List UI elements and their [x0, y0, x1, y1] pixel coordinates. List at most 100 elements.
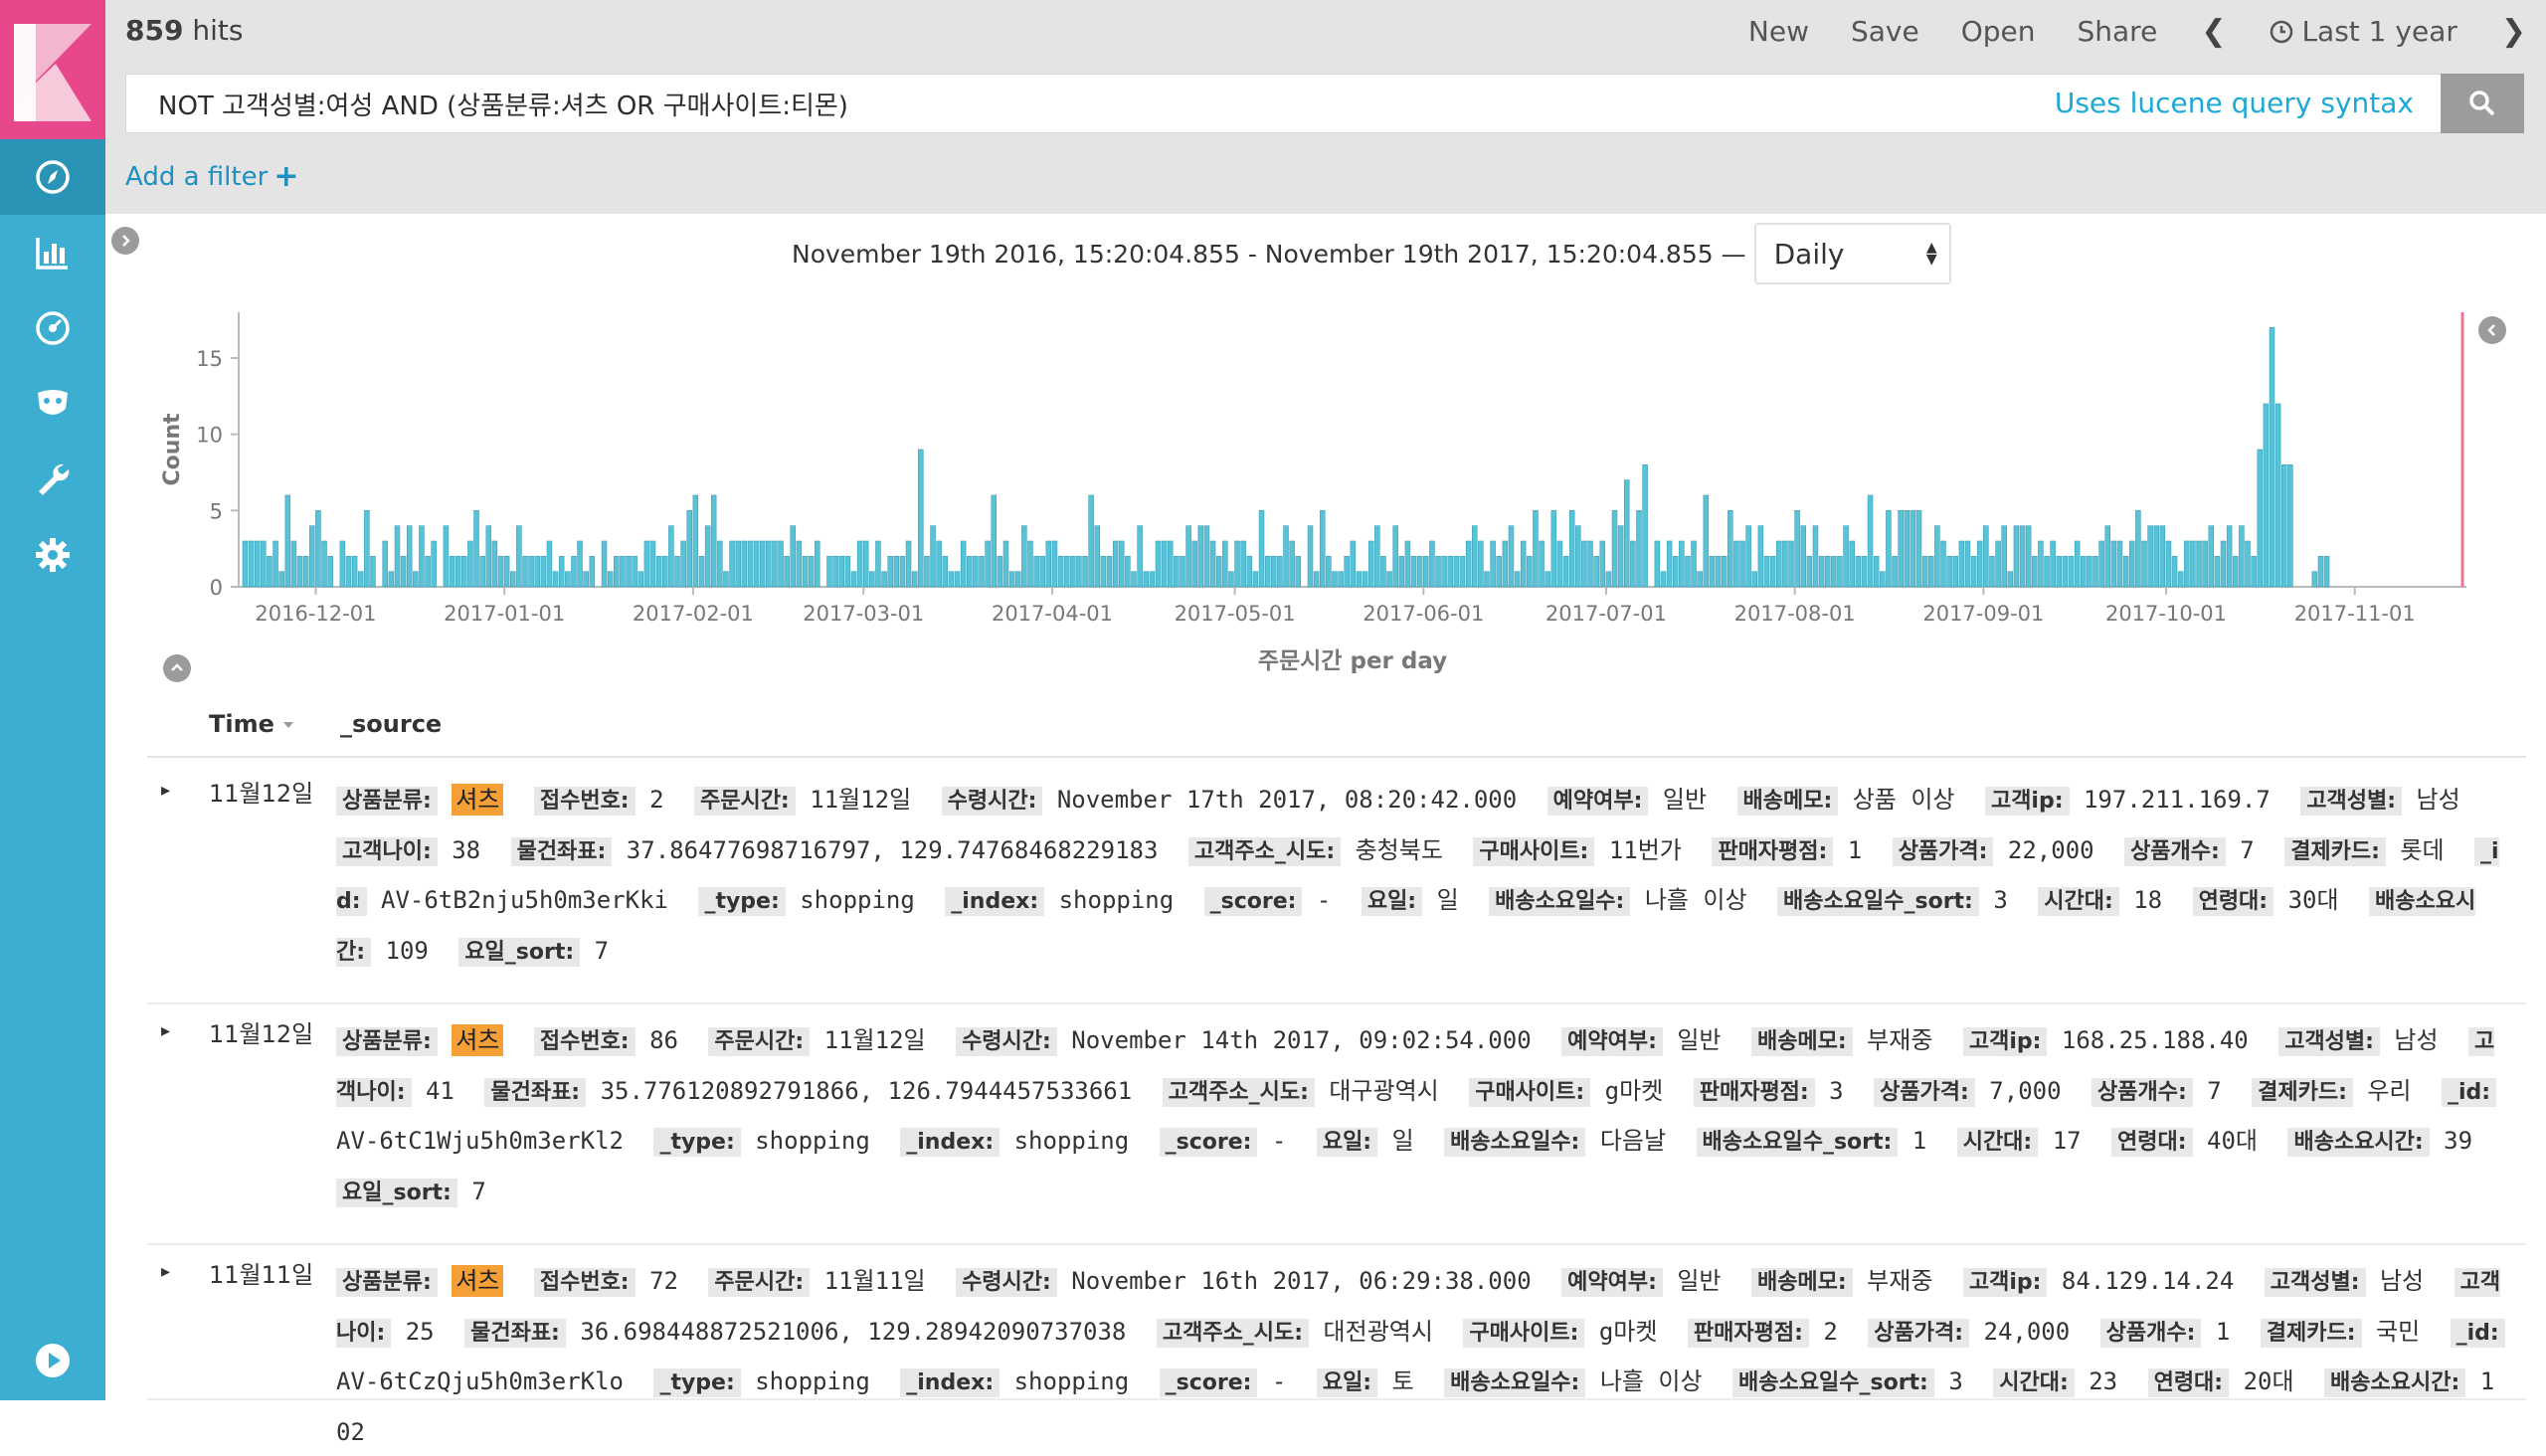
histogram-bar[interactable] — [497, 556, 504, 588]
histogram-bar[interactable] — [1691, 540, 1697, 588]
histogram-bar[interactable] — [2025, 525, 2032, 588]
histogram-bar[interactable] — [1326, 556, 1332, 588]
histogram-bar[interactable] — [942, 556, 949, 588]
histogram-bar[interactable] — [1733, 540, 1739, 588]
histogram-bar[interactable] — [509, 571, 516, 588]
histogram-bar[interactable] — [1246, 556, 1253, 588]
histogram-bar[interactable] — [357, 571, 364, 588]
histogram-bar[interactable] — [351, 556, 358, 588]
histogram-bar[interactable] — [473, 510, 479, 588]
histogram-bar[interactable] — [1271, 556, 1277, 588]
histogram-bar[interactable] — [1002, 540, 1009, 588]
histogram-bar[interactable] — [753, 540, 760, 588]
histogram-bar[interactable] — [2098, 540, 2104, 588]
histogram-bar[interactable] — [729, 540, 735, 588]
histogram-bar[interactable] — [979, 556, 985, 588]
histogram-bar[interactable] — [1240, 540, 1246, 588]
histogram-bar[interactable] — [680, 540, 686, 588]
time-picker-button[interactable]: Last 1 year — [2270, 15, 2457, 48]
histogram-bar[interactable] — [814, 540, 820, 588]
histogram-bar[interactable] — [2323, 556, 2330, 588]
histogram-bar[interactable] — [2196, 540, 2202, 588]
histogram-bar[interactable] — [2044, 556, 2050, 588]
histogram-bar[interactable] — [1014, 571, 1021, 588]
histogram-bar[interactable] — [2202, 540, 2208, 588]
histogram-bar[interactable] — [528, 556, 534, 588]
histogram-bar[interactable] — [856, 540, 863, 588]
histogram-bar[interactable] — [985, 540, 991, 588]
histogram-bar[interactable] — [1338, 571, 1344, 588]
expand-row-caret-icon[interactable]: ▸ — [161, 1020, 170, 1041]
histogram-bar[interactable] — [796, 540, 803, 588]
histogram-bar[interactable] — [1380, 556, 1386, 588]
histogram-bar[interactable] — [1228, 571, 1234, 588]
histogram-bar[interactable] — [1490, 540, 1496, 588]
histogram-bar[interactable] — [1386, 571, 1392, 588]
histogram-bar[interactable] — [1679, 540, 1685, 588]
histogram-bar[interactable] — [1983, 525, 1989, 588]
histogram-bar[interactable] — [1283, 525, 1289, 588]
histogram-bar[interactable] — [1185, 525, 1191, 588]
histogram-bar[interactable] — [2062, 556, 2069, 588]
histogram-bar[interactable] — [1319, 510, 1326, 588]
histogram-bar[interactable] — [2251, 556, 2257, 588]
save-button[interactable]: Save — [1851, 15, 1919, 48]
histogram-bar[interactable] — [1119, 540, 1125, 588]
histogram-bar[interactable] — [309, 525, 315, 588]
histogram-bar[interactable] — [552, 571, 559, 588]
histogram-bar[interactable] — [1611, 510, 1618, 588]
histogram-bar[interactable] — [2019, 525, 2026, 588]
histogram-chart[interactable]: 0 5 10 15 Count 2016-12-01 2017-01-01 2017-02-0… — [149, 298, 2516, 686]
histogram-bar[interactable] — [844, 556, 851, 588]
histogram-bar[interactable] — [302, 556, 309, 588]
histogram-bar[interactable] — [614, 556, 620, 588]
histogram-bar[interactable] — [1088, 494, 1094, 588]
histogram-bar[interactable] — [887, 556, 893, 588]
histogram-bar[interactable] — [2153, 525, 2159, 588]
histogram-bar[interactable] — [1940, 540, 1946, 588]
histogram-bar[interactable] — [1928, 556, 1934, 588]
histogram-bar[interactable] — [1806, 556, 1813, 588]
histogram-bar[interactable] — [1921, 556, 1928, 588]
histogram-bar[interactable] — [2184, 540, 2190, 588]
histogram-bar[interactable] — [1587, 540, 1593, 588]
histogram-bar[interactable] — [692, 494, 699, 588]
histogram-bar[interactable] — [1812, 525, 1819, 588]
histogram-bar[interactable] — [461, 556, 467, 588]
histogram-bar[interactable] — [790, 525, 797, 588]
search-button[interactable] — [2441, 74, 2524, 133]
histogram-bar[interactable] — [1484, 571, 1490, 588]
histogram-bar[interactable] — [1666, 540, 1673, 588]
histogram-bar[interactable] — [431, 540, 437, 588]
histogram-bar[interactable] — [1964, 540, 1971, 588]
histogram-bar[interactable] — [1155, 540, 1162, 588]
histogram-bar[interactable] — [339, 540, 346, 588]
histogram-bar[interactable] — [1880, 571, 1886, 588]
histogram-bar[interactable] — [503, 556, 510, 588]
histogram-bar[interactable] — [1410, 556, 1417, 588]
histogram-bar[interactable] — [1063, 556, 1070, 588]
histogram-bar[interactable] — [655, 556, 662, 588]
histogram-bar[interactable] — [936, 540, 942, 588]
histogram-bar[interactable] — [1313, 571, 1320, 588]
histogram-bar[interactable] — [2092, 556, 2098, 588]
histogram-bar[interactable] — [321, 540, 327, 588]
histogram-bar[interactable] — [704, 525, 711, 588]
histogram-bar[interactable] — [1782, 540, 1788, 588]
histogram-bar[interactable] — [1459, 556, 1466, 588]
histogram-bar[interactable] — [948, 571, 955, 588]
histogram-bar[interactable] — [2274, 403, 2281, 588]
histogram-bar[interactable] — [2190, 540, 2196, 588]
interval-select[interactable]: Daily ▲ ▼ — [1753, 223, 1951, 284]
histogram-bar[interactable] — [1709, 556, 1716, 588]
histogram-bar[interactable] — [406, 525, 413, 588]
histogram-bar[interactable] — [723, 571, 729, 588]
histogram-bar[interactable] — [967, 556, 973, 588]
histogram-bar[interactable] — [2087, 556, 2092, 588]
histogram-bar[interactable] — [2116, 540, 2123, 588]
histogram-bar[interactable] — [1763, 556, 1770, 588]
expand-row-caret-icon[interactable]: ▸ — [161, 780, 170, 801]
histogram-bar[interactable] — [577, 540, 583, 588]
histogram-bar[interactable] — [267, 556, 273, 588]
histogram-bar[interactable] — [1958, 540, 1965, 588]
